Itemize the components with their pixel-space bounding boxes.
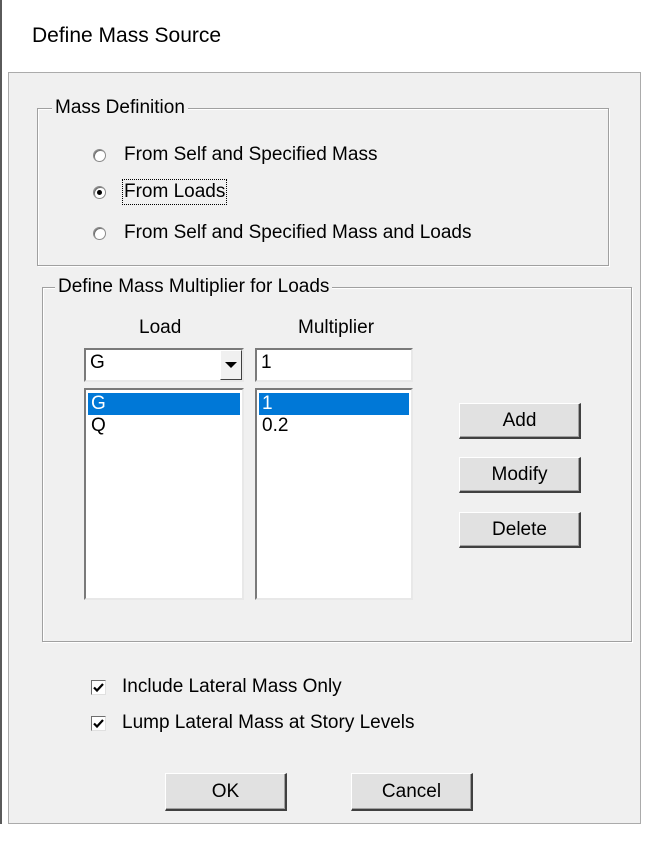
list-item[interactable]: 1 [259,393,409,415]
radio-indicator[interactable] [93,185,106,199]
lump-lateral-mass-option[interactable]: Lump Lateral Mass at Story Levels [91,712,415,734]
list-item[interactable]: G [88,393,240,415]
modify-button[interactable]: Modify [459,457,581,493]
radio-self-specified-loads[interactable]: From Self and Specified Mass and Loads [93,222,471,244]
lump-lateral-mass-label: Lump Lateral Mass at Story Levels [122,712,415,733]
radio-self-specified[interactable]: From Self and Specified Mass [93,144,377,166]
title-bar: Define Mass Source [2,0,645,72]
radio-indicator[interactable] [93,226,106,240]
delete-button[interactable]: Delete [459,512,581,548]
window-left-edge [0,0,2,841]
include-lateral-mass-label: Include Lateral Mass Only [122,676,342,697]
load-dropdown-value: G [90,352,105,373]
load-column-header: Load [139,317,182,338]
load-dropdown[interactable]: G [84,348,244,382]
dialog-body: Mass Definition From Self and Specified … [8,72,641,824]
multiplier-input[interactable]: 1 [255,348,413,382]
add-button[interactable]: Add [459,403,581,439]
checkmark-icon [93,718,104,728]
mass-definition-group: Mass Definition From Self and Specified … [37,97,609,266]
radio-indicator[interactable] [93,148,106,162]
mass-multiplier-legend: Define Mass Multiplier for Loads [55,276,333,298]
window-bottom-edge [0,824,645,841]
lump-lateral-mass-checkbox[interactable] [91,715,106,731]
chevron-down-icon [225,362,237,368]
radio-from-loads[interactable]: From Loads [93,179,228,205]
load-list[interactable]: G Q [84,388,244,600]
multiplier-column-header: Multiplier [298,317,375,338]
multiplier-input-value: 1 [261,352,272,373]
list-item[interactable]: Q [88,415,240,437]
mass-definition-legend: Mass Definition [52,97,188,119]
mass-multiplier-group: Define Mass Multiplier for Loads Load Mu… [42,276,632,642]
window-title: Define Mass Source [32,24,222,47]
list-item[interactable]: 0.2 [259,415,409,437]
checkmark-icon [93,682,104,692]
include-lateral-mass-option[interactable]: Include Lateral Mass Only [91,676,342,698]
include-lateral-mass-checkbox[interactable] [91,679,106,695]
dropdown-button[interactable] [220,350,242,380]
radio-label: From Loads [121,179,228,205]
radio-label: From Self and Specified Mass and Loads [124,222,472,243]
ok-button[interactable]: OK [165,773,287,811]
multiplier-list[interactable]: 1 0.2 [255,388,413,600]
radio-label: From Self and Specified Mass [124,144,378,165]
cancel-button[interactable]: Cancel [351,773,473,811]
